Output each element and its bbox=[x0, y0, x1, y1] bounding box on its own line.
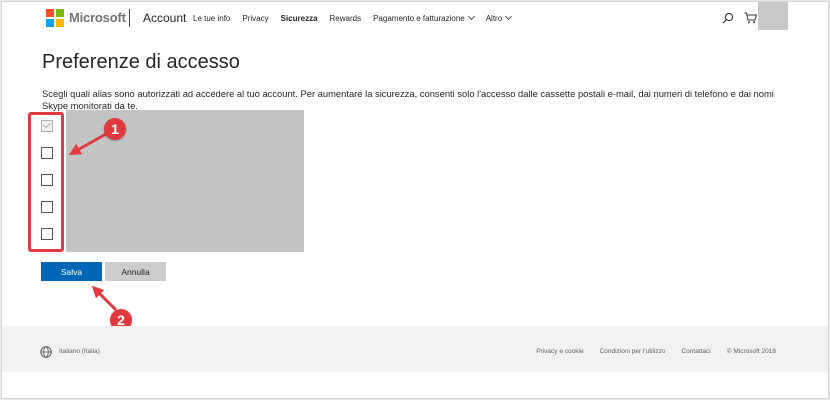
browser-page: Microsoft Account Le tue info Privacy Si… bbox=[2, 2, 828, 398]
footer-copyright: © Microsoft 2018 bbox=[726, 348, 776, 355]
annotation-arrow-1 bbox=[68, 132, 107, 155]
annotation-callout-1: 1 bbox=[104, 118, 126, 140]
footer-link-terms[interactable]: Condizioni per l'utilizzo bbox=[600, 348, 666, 355]
locale-selector[interactable]: Italiano (Italia) bbox=[59, 348, 100, 355]
site-footer: Italiano (Italia) Privacy e cookie Condi… bbox=[2, 326, 828, 372]
annotation-arrow-2 bbox=[91, 285, 118, 312]
footer-links: Privacy e cookie Condizioni per l'utiliz… bbox=[520, 348, 776, 355]
globe-icon bbox=[40, 346, 52, 358]
footer-link-contact[interactable]: Contattaci bbox=[681, 348, 710, 355]
footer-link-privacy[interactable]: Privacy e cookie bbox=[536, 348, 583, 355]
